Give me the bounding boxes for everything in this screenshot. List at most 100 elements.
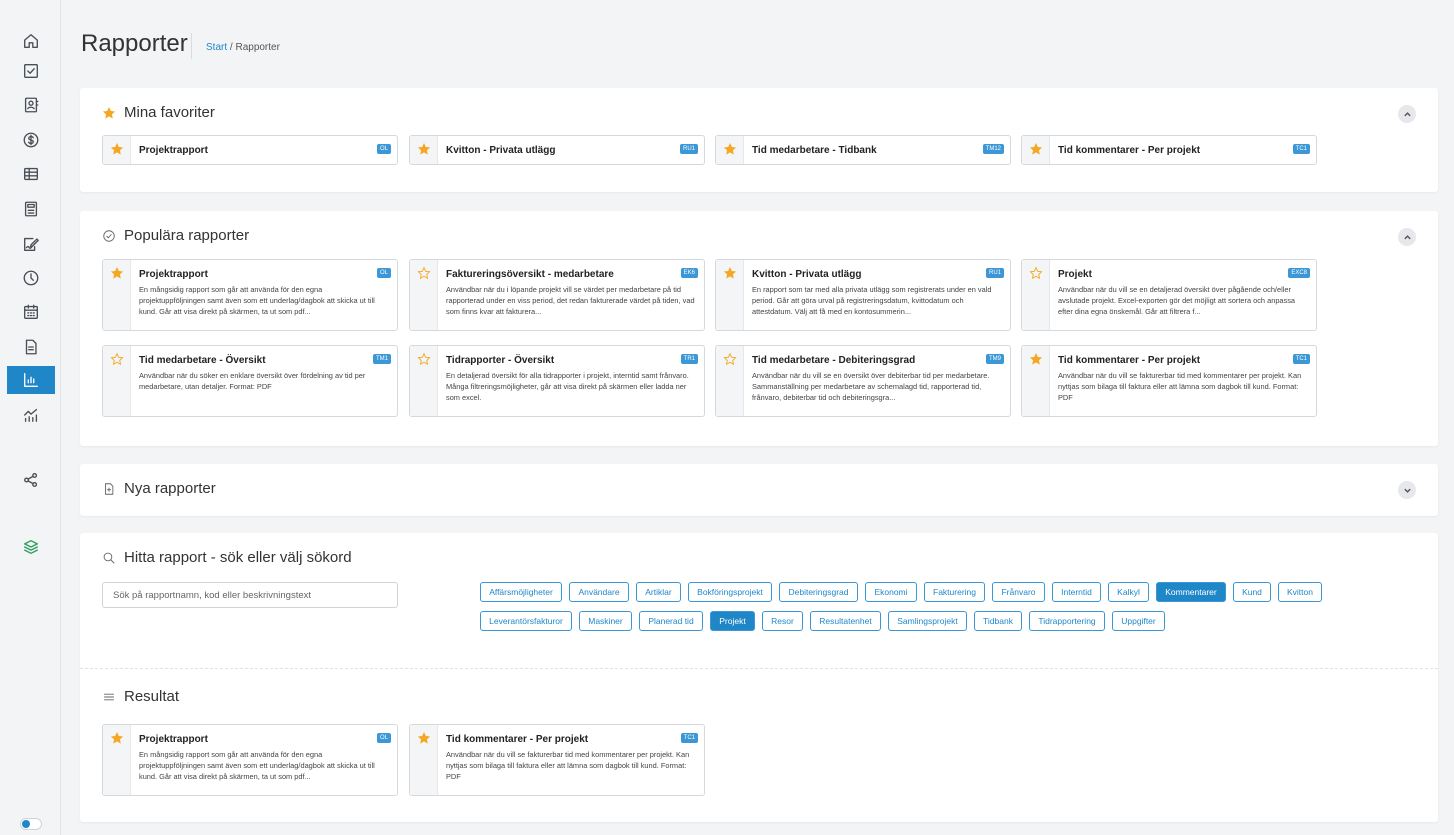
keyword-tag[interactable]: Affärsmöjligheter bbox=[480, 582, 562, 602]
report-name[interactable]: Kvitton - Privata utlägg bbox=[752, 269, 861, 280]
new-reports-expand-button[interactable] bbox=[1398, 481, 1416, 499]
keyword-tag[interactable]: Tidbank bbox=[974, 611, 1022, 631]
new-reports-title-text: Nya rapporter bbox=[124, 480, 216, 497]
star-outline-icon[interactable] bbox=[110, 352, 124, 366]
report-name[interactable]: Tidrapporter - Översikt bbox=[446, 355, 554, 366]
report-card[interactable]: Tid kommentarer - Per projekt TC1 bbox=[1021, 135, 1317, 165]
star-outline-icon[interactable] bbox=[417, 352, 431, 366]
keyword-tag[interactable]: Projekt bbox=[710, 611, 755, 631]
star-outline-icon[interactable] bbox=[723, 352, 737, 366]
report-description: Användbar när du i löpande projekt vill … bbox=[446, 285, 695, 316]
keyword-tag[interactable]: Leverantörsfakturor bbox=[480, 611, 572, 631]
popular-collapse-button[interactable] bbox=[1398, 228, 1416, 246]
popular-panel: Populära rapporter Projektrapport OL En må… bbox=[80, 211, 1438, 446]
report-card[interactable]: Tid medarbetare - Översikt TM1 Användbar n… bbox=[102, 345, 398, 417]
report-name[interactable]: Tid kommentarer - Per projekt bbox=[1058, 145, 1200, 156]
report-code-badge: OL bbox=[376, 144, 391, 154]
keyword-tag[interactable]: Maskiner bbox=[579, 611, 632, 631]
report-name[interactable]: Kvitton - Privata utlägg bbox=[446, 145, 555, 156]
report-description: Användbar när du vill se fakturerbar tid… bbox=[1058, 371, 1302, 402]
share-icon[interactable] bbox=[18, 467, 44, 493]
keyword-tag[interactable]: Debiteringsgrad bbox=[779, 582, 858, 602]
new-reports-panel: Nya rapporter bbox=[80, 464, 1438, 516]
keyword-tag[interactable]: Användare bbox=[569, 582, 629, 602]
report-card[interactable]: Tid medarbetare - Tidbank TM12 bbox=[715, 135, 1011, 165]
report-name[interactable]: Projektrapport bbox=[139, 145, 208, 156]
calendar-icon[interactable] bbox=[18, 299, 44, 325]
keyword-tag[interactable]: Artiklar bbox=[636, 582, 681, 602]
keyword-tag[interactable]: Interntid bbox=[1052, 582, 1101, 602]
star-filled-icon[interactable] bbox=[110, 266, 124, 280]
report-card[interactable]: Projektrapport OL En mångsidig rapport som… bbox=[102, 259, 398, 331]
keyword-tag[interactable]: Resor bbox=[762, 611, 803, 631]
clock-icon[interactable] bbox=[18, 265, 44, 291]
report-name[interactable]: Projektrapport bbox=[139, 269, 208, 280]
report-card[interactable]: Kvitton - Privata utlägg RU1 En rapport so… bbox=[715, 259, 1011, 331]
report-card[interactable]: Tid medarbetare - Debiteringsgrad TM9 Anvä… bbox=[715, 345, 1011, 417]
breadcrumb-start-link[interactable]: Start bbox=[206, 42, 227, 53]
report-card[interactable]: Projektrapport OL En mångsidig rapport som… bbox=[102, 724, 398, 796]
favorites-collapse-button[interactable] bbox=[1398, 105, 1416, 123]
table-icon[interactable] bbox=[18, 161, 44, 187]
keyword-tag[interactable]: Fakturering bbox=[924, 582, 985, 602]
keyword-tag[interactable]: Samlingsprojekt bbox=[888, 611, 967, 631]
layers-icon[interactable] bbox=[18, 534, 44, 560]
report-description: En mångsidig rapport som går att använda… bbox=[139, 750, 375, 781]
popular-title-text: Populära rapporter bbox=[124, 227, 250, 244]
report-card[interactable]: Tid kommentarer - Per projekt TC1 Användba… bbox=[409, 724, 705, 796]
document-icon[interactable] bbox=[18, 334, 44, 360]
title-divider bbox=[191, 33, 192, 59]
keyword-tag[interactable]: Kalkyl bbox=[1108, 582, 1149, 602]
analytics-icon[interactable] bbox=[18, 402, 44, 428]
star-filled-icon[interactable] bbox=[1029, 352, 1043, 366]
star-filled-icon[interactable] bbox=[723, 266, 737, 280]
search-title: Hitta rapport - sök eller välj sökord bbox=[102, 549, 352, 566]
star-filled-icon[interactable] bbox=[110, 731, 124, 745]
report-name[interactable]: Tid kommentarer - Per projekt bbox=[446, 734, 588, 745]
report-name[interactable]: Projektrapport bbox=[139, 734, 208, 745]
report-card[interactable]: Faktureringsöversikt - medarbetare EK6 Anv… bbox=[409, 259, 705, 331]
star-filled-icon[interactable] bbox=[110, 142, 124, 156]
keyword-tag[interactable]: Kvitton bbox=[1278, 582, 1322, 602]
theme-toggle[interactable] bbox=[20, 818, 42, 830]
star-filled-icon[interactable] bbox=[723, 142, 737, 156]
keyword-tag[interactable]: Planerad tid bbox=[639, 611, 703, 631]
contact-card-icon[interactable] bbox=[18, 92, 44, 118]
report-card[interactable]: Projektrapport OL bbox=[102, 135, 398, 165]
report-code-badge: TC1 bbox=[680, 733, 698, 743]
dollar-icon[interactable] bbox=[18, 127, 44, 153]
home-icon[interactable] bbox=[18, 28, 44, 54]
keyword-tag[interactable]: Ekonomi bbox=[865, 582, 917, 602]
report-name[interactable]: Tid medarbetare - Tidbank bbox=[752, 145, 877, 156]
report-card[interactable]: Kvitton - Privata utlägg RU1 bbox=[409, 135, 705, 165]
report-name[interactable]: Tid medarbetare - Debiteringsgrad bbox=[752, 355, 915, 366]
report-code-badge: TM1 bbox=[373, 354, 391, 364]
report-name[interactable]: Projekt bbox=[1058, 269, 1092, 280]
keyword-tag[interactable]: Tidrapportering bbox=[1029, 611, 1105, 631]
report-name[interactable]: Tid medarbetare - Översikt bbox=[139, 355, 266, 366]
keyword-tag[interactable]: Frånvaro bbox=[992, 582, 1045, 602]
report-card[interactable]: Tid kommentarer - Per projekt TC1 Användba… bbox=[1021, 345, 1317, 417]
checkbox-icon[interactable] bbox=[18, 58, 44, 84]
star-outline-icon[interactable] bbox=[417, 266, 431, 280]
report-card[interactable]: Tidrapporter - Översikt TR1 En detaljerad … bbox=[409, 345, 705, 417]
report-card[interactable]: Projekt EXC8 Användbar när du vill se en d… bbox=[1021, 259, 1317, 331]
report-description: En rapport som tar med alla privata utlä… bbox=[752, 285, 992, 316]
bar-chart-icon[interactable] bbox=[7, 366, 55, 394]
report-name[interactable]: Tid kommentarer - Per projekt bbox=[1058, 355, 1200, 366]
search-input[interactable] bbox=[102, 582, 398, 608]
keyword-tag[interactable]: Kund bbox=[1233, 582, 1271, 602]
report-name[interactable]: Faktureringsöversikt - medarbetare bbox=[446, 269, 614, 280]
signature-icon[interactable] bbox=[18, 231, 44, 257]
report-code-badge: RU1 bbox=[985, 268, 1004, 278]
star-filled-icon[interactable] bbox=[417, 142, 431, 156]
star-filled-icon[interactable] bbox=[417, 731, 431, 745]
page-title: Rapporter bbox=[81, 30, 188, 57]
keyword-tag[interactable]: Bokföringsprojekt bbox=[688, 582, 772, 602]
star-outline-icon[interactable] bbox=[1029, 266, 1043, 280]
keyword-tag[interactable]: Uppgifter bbox=[1112, 611, 1165, 631]
star-filled-icon[interactable] bbox=[1029, 142, 1043, 156]
keyword-tag[interactable]: Kommentarer bbox=[1156, 582, 1226, 602]
keyword-tag[interactable]: Resultatenhet bbox=[810, 611, 881, 631]
calculator-icon[interactable] bbox=[18, 196, 44, 222]
